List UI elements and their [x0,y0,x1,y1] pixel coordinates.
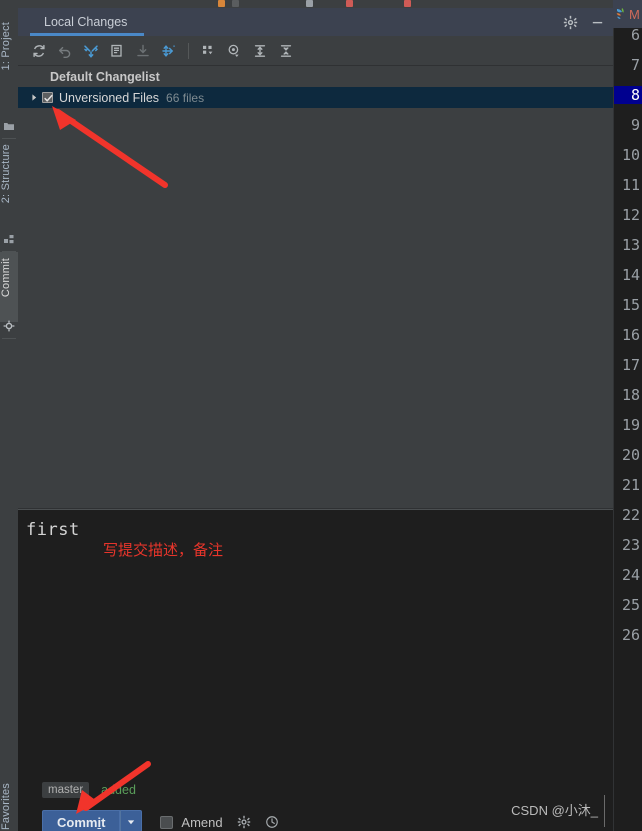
commit-icon [3,320,15,332]
branch-row: master added [42,782,136,798]
commit-settings-gear-icon[interactable] [237,815,251,829]
toolbar-icon-stop[interactable] [346,0,353,7]
gutter-line-number: 22 [621,506,640,524]
commit-button[interactable]: Commit [42,810,121,831]
toolbar-icon-config[interactable] [232,0,239,7]
diff-icon[interactable] [104,39,130,63]
gutter-line-number: 14 [621,266,640,284]
minimize-icon[interactable] [590,15,605,30]
update-icon[interactable] [130,39,156,63]
gutter-line-number: 25 [621,596,640,614]
gutter-line-number: 19 [621,416,640,434]
toolbar-icon-run[interactable] [218,0,225,7]
gear-icon[interactable] [563,15,578,30]
gutter-line-number: 11 [621,176,640,194]
sidebar-item-structure[interactable]: 2: Structure [0,144,18,203]
toolbar-separator [188,42,189,59]
gutter-line-number: 16 [621,326,640,344]
commit-history-clock-icon[interactable] [265,815,279,829]
branch-badge: master [42,782,90,798]
chevron-down-icon [128,820,135,825]
gutter-line-number: 24 [621,566,640,584]
editor-caret [604,795,605,827]
project-folder-icon [3,120,15,132]
file-icon [614,7,627,21]
commit-message-text: first [26,520,80,540]
changelist-row[interactable]: Default Changelist [18,67,613,87]
gutter-line-number: 17 [621,356,640,374]
gutter-line-number: 13 [621,236,640,254]
shelve-icon[interactable] [78,39,104,63]
main-toolbar-sliver [0,0,642,8]
move-to-changelist-icon[interactable] [156,39,182,63]
gutter-line-number: 12 [621,206,640,224]
gutter-line-number: 15 [621,296,640,314]
commit-message-annotation: 写提交描述，备注 [103,541,224,559]
gutter-line-number: 21 [621,476,640,494]
expand-all-icon[interactable] [247,39,273,63]
gutter-line-number: 18 [621,386,640,404]
toolbar-icon-debug[interactable] [306,0,313,7]
gutter-line-number: 7 [630,56,640,74]
unversioned-files-checkbox[interactable] [42,92,53,103]
commit-actions-row: Commit Amend [42,810,279,831]
checkmark-icon [44,94,53,102]
added-count-label: added [101,783,136,797]
tab-actions [563,8,605,36]
tab-bar: Local Changes [18,8,613,36]
refresh-icon[interactable] [26,39,52,63]
changelist-label: Default Changelist [50,70,160,84]
amend-checkbox[interactable] [160,815,174,829]
sidebar-item-commit[interactable]: Commit [0,258,18,297]
group-by-icon[interactable] [195,39,221,63]
toolbar-icon-vcs[interactable] [404,0,411,7]
sidebar-item-favorites[interactable]: 2: Favorites [0,783,18,831]
watermark: CSDN @小沐_ [511,803,598,818]
unversioned-files-count: 66 files [166,90,205,105]
commit-button-label: Commit [57,814,106,830]
rollback-icon[interactable] [52,39,78,63]
tool-window-stripe-left: 1: Project 2: Structure Commit 2: Favori… [0,8,19,831]
local-changes-panel: Local Changes Default Changelist Unversi… [18,8,613,831]
ide-commit-tool-window: 1: Project 2: Structure Commit 2: Favori… [0,0,642,831]
editor-tab-strip[interactable]: M [613,0,642,28]
gutter-line-number: 8 [613,86,642,104]
editor-gutter: 6 7 8 9 10 11 12 13 14 15 16 17 18 19 20 21 22 23 24 25 26 [613,8,642,831]
gutter-line-number: 20 [621,446,640,464]
commit-dropdown-button[interactable] [120,810,143,831]
gutter-line-number: 6 [630,26,640,44]
chevron-right-icon[interactable] [26,93,42,102]
editor-tab-label: M [629,6,640,22]
tab-local-changes[interactable]: Local Changes [30,8,141,36]
unversioned-files-row[interactable]: Unversioned Files 66 files [18,87,613,108]
collapse-all-icon[interactable] [273,39,299,63]
unversioned-files-label: Unversioned Files [59,90,160,105]
gutter-line-number: 26 [621,626,640,644]
gutter-line-number: 9 [630,116,640,134]
changes-tree[interactable]: Default Changelist Unversioned Files 66 … [18,67,613,515]
gutter-line-number: 23 [621,536,640,554]
gutter-line-number: 10 [621,146,640,164]
amend-label: Amend [181,814,223,830]
structure-icon [3,233,15,245]
preview-diff-icon[interactable] [221,39,247,63]
sidebar-item-project[interactable]: 1: Project [0,22,18,70]
changes-toolbar [18,36,613,66]
gutter-edge [613,8,614,831]
